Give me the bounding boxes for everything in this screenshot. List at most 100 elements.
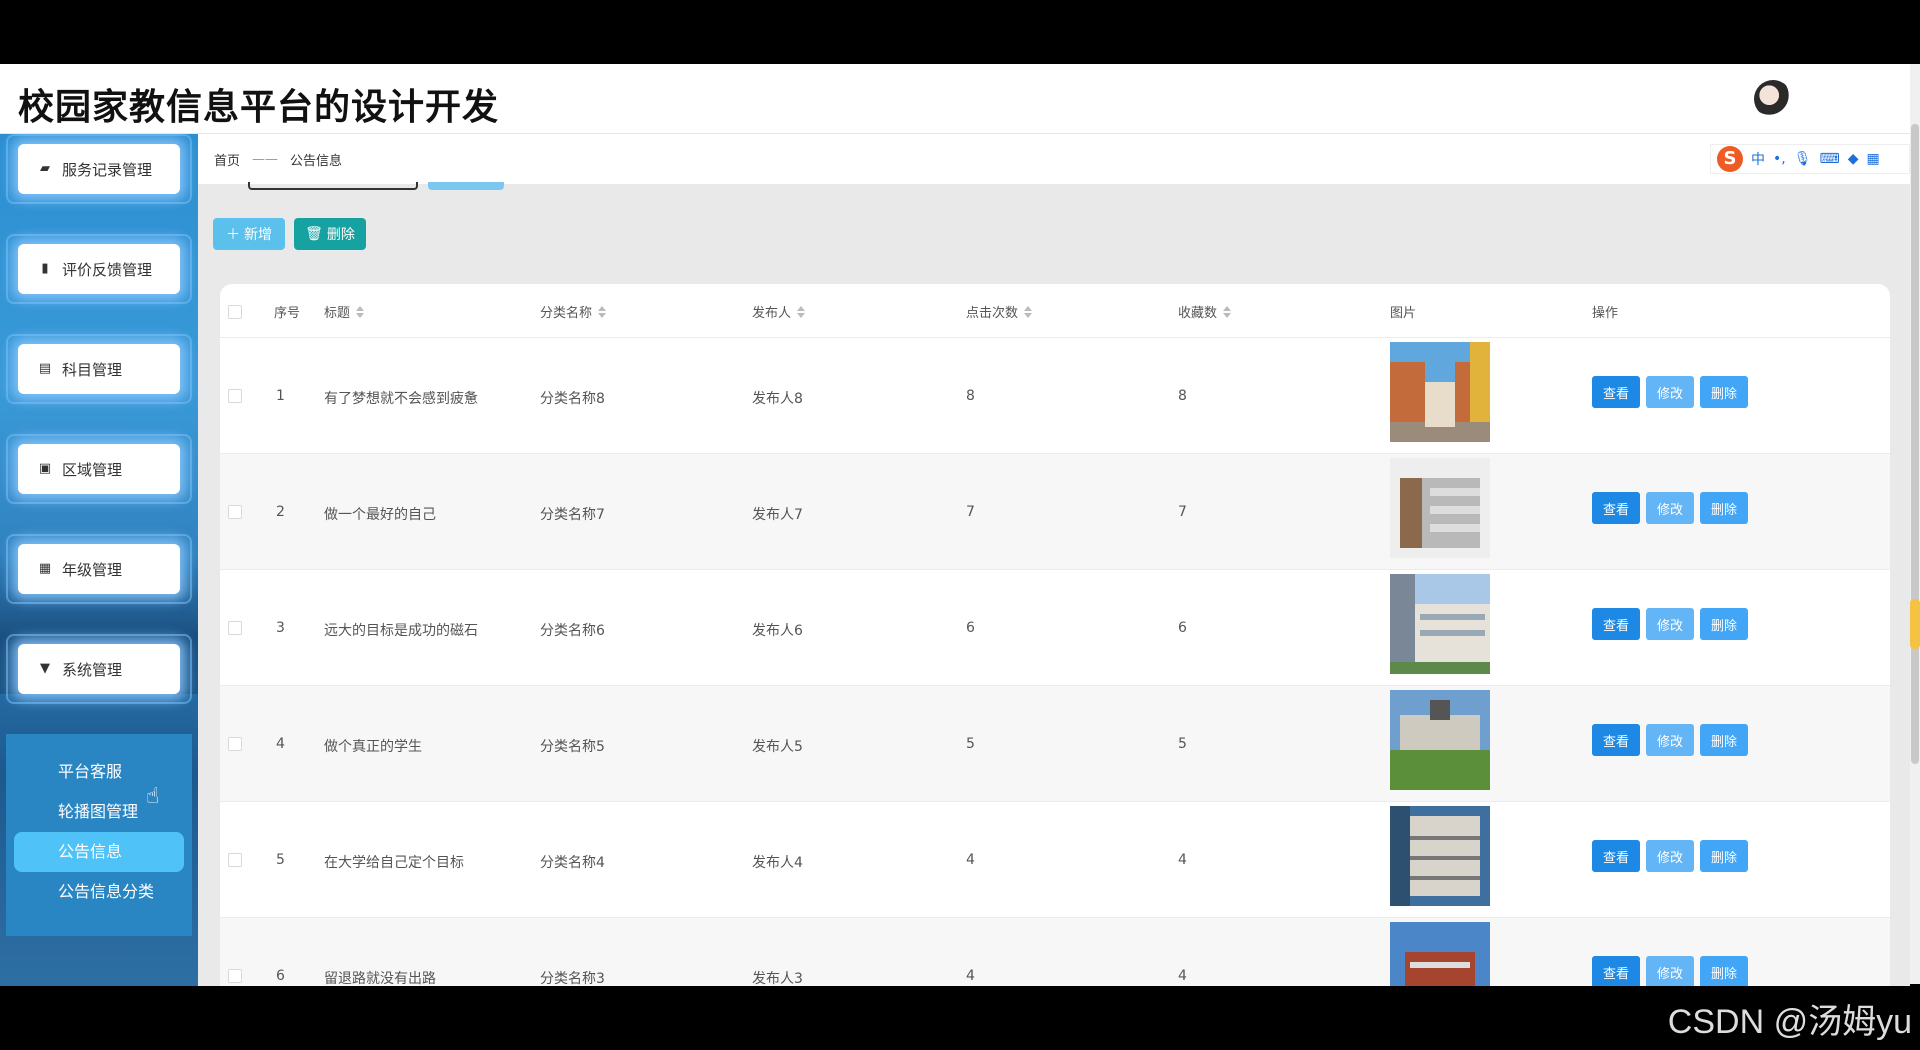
cell-clicks: 7 <box>966 504 975 520</box>
submenu-item-announcement-categories[interactable]: 公告信息分类 <box>6 872 192 912</box>
sidebar-item-label: 系统管理 <box>62 660 123 679</box>
edit-button[interactable]: 修改 <box>1646 608 1694 640</box>
delete-button[interactable]: 删除 <box>1700 956 1748 986</box>
cell-category: 分类名称4 <box>540 855 605 871</box>
select-all-checkbox[interactable] <box>228 305 242 319</box>
cell-index: 5 <box>276 852 285 868</box>
view-button[interactable]: 查看 <box>1592 724 1640 756</box>
breadcrumb-home[interactable]: 首页 <box>214 150 240 169</box>
bar-chart-icon: ▮ <box>41 261 49 276</box>
sort-icon[interactable] <box>797 305 806 318</box>
table-row: 6 留退路就没有出路 分类名称3 发布人3 4 4 查看 修改 删除 <box>220 918 1890 986</box>
cell-clicks: 5 <box>966 736 975 752</box>
row-checkbox[interactable] <box>228 505 242 519</box>
edit-button[interactable]: 修改 <box>1646 956 1694 986</box>
cell-publisher: 发布人7 <box>752 507 803 523</box>
breadcrumb: 首页 —— 公告信息 <box>198 134 1910 184</box>
cell-favorites: 4 <box>1178 968 1187 984</box>
column-header-title[interactable]: 标题 <box>324 302 365 321</box>
column-header-category[interactable]: 分类名称 <box>540 302 607 321</box>
add-button[interactable]: ＋ 新增 <box>213 218 285 250</box>
skin-icon: ◆ <box>1847 151 1859 167</box>
clipboard-check-icon: ▣ <box>38 461 52 476</box>
cell-favorites: 8 <box>1178 388 1187 404</box>
watermark-text: CSDN @汤姆yu <box>1667 1003 1912 1041</box>
cell-title: 留退路就没有出路 <box>324 971 436 986</box>
delete-button[interactable]: 删除 <box>1700 608 1748 640</box>
page-scrollbar[interactable] <box>1910 64 1920 984</box>
row-checkbox[interactable] <box>228 737 242 751</box>
sort-icon[interactable] <box>1024 305 1033 318</box>
microphone-icon: 🎙 <box>1793 151 1812 167</box>
sort-icon[interactable] <box>598 305 607 318</box>
sidebar-item-feedback[interactable]: ▮ 评价反馈管理 <box>18 244 180 294</box>
grid-icon: ▦ <box>38 561 52 576</box>
view-button[interactable]: 查看 <box>1592 492 1640 524</box>
column-header-publisher[interactable]: 发布人 <box>752 302 806 321</box>
app-header: 校园家教信息平台的设计开发 <box>0 64 1920 134</box>
cell-favorites: 6 <box>1178 620 1187 636</box>
ime-toolbar[interactable]: S 中 •, 🎙 ⌨ ◆ ▦ <box>1710 144 1910 174</box>
sort-icon[interactable] <box>356 305 365 318</box>
column-header-favorites[interactable]: 收藏数 <box>1178 302 1232 321</box>
view-button[interactable]: 查看 <box>1592 956 1640 986</box>
scrollbar-thumb[interactable] <box>1911 124 1919 764</box>
submenu-item-carousel[interactable]: 轮播图管理 <box>6 792 192 832</box>
delete-button[interactable]: 删除 <box>1700 840 1748 872</box>
delete-button[interactable]: 删除 <box>1700 492 1748 524</box>
row-image[interactable] <box>1390 574 1490 674</box>
row-checkbox[interactable] <box>228 389 242 403</box>
sidebar-item-service-records[interactable]: ▰ 服务记录管理 <box>18 144 180 194</box>
system-submenu: 平台客服 轮播图管理 公告信息 公告信息分类 <box>6 734 192 936</box>
row-checkbox[interactable] <box>228 969 242 983</box>
delete-button[interactable]: 删除 <box>1700 724 1748 756</box>
view-button[interactable]: 查看 <box>1592 840 1640 872</box>
search-input[interactable] <box>248 182 418 190</box>
breadcrumb-separator: —— <box>252 151 279 167</box>
cell-title: 在大学给自己定个目标 <box>324 855 464 871</box>
edit-button[interactable]: 修改 <box>1646 492 1694 524</box>
sidebar-item-label: 年级管理 <box>62 560 123 579</box>
add-button-label: 新增 <box>244 227 272 243</box>
table-row: 5 在大学给自己定个目标 分类名称4 发布人4 4 4 查看 修改 删除 <box>220 802 1890 918</box>
sidebar-item-system[interactable]: ▼ 系统管理 <box>18 644 180 694</box>
column-header-clicks[interactable]: 点击次数 <box>966 302 1033 321</box>
cell-index: 6 <box>276 968 285 984</box>
screen-bottom-bar <box>0 986 1920 1050</box>
sidebar-item-grades[interactable]: ▦ 年级管理 <box>18 544 180 594</box>
batch-delete-button[interactable]: 🗑 删除 <box>294 218 366 250</box>
delete-button-label: 删除 <box>326 227 355 243</box>
edit-button[interactable]: 修改 <box>1646 724 1694 756</box>
sidebar-item-subjects[interactable]: ▤ 科目管理 <box>18 344 180 394</box>
submenu-item-announcements[interactable]: 公告信息 <box>14 832 184 872</box>
cell-index: 4 <box>276 736 285 752</box>
row-image[interactable] <box>1390 922 1490 986</box>
row-image[interactable] <box>1390 690 1490 790</box>
table-row: 3 远大的目标是成功的磁石 分类名称6 发布人6 6 6 查看 修改 删除 <box>220 570 1890 686</box>
sidebar-item-regions[interactable]: ▣ 区域管理 <box>18 444 180 494</box>
sidebar-item-label: 科目管理 <box>62 360 123 379</box>
row-image[interactable] <box>1390 806 1490 906</box>
row-image[interactable] <box>1390 342 1490 442</box>
search-button[interactable] <box>428 182 504 190</box>
sidebar-item-label: 服务记录管理 <box>62 160 153 179</box>
edit-button[interactable]: 修改 <box>1646 376 1694 408</box>
row-checkbox[interactable] <box>228 621 242 635</box>
table-header: 序号 标题 分类名称 发布人 点击次数 收藏数 图片 操作 <box>220 284 1890 338</box>
cell-category: 分类名称8 <box>540 391 605 407</box>
cell-clicks: 6 <box>966 620 975 636</box>
announcements-table: 序号 标题 分类名称 发布人 点击次数 收藏数 图片 操作 1 有了梦想就不会感… <box>220 284 1890 986</box>
cell-publisher: 发布人5 <box>752 739 803 755</box>
sort-icon[interactable] <box>1223 305 1232 318</box>
row-image[interactable] <box>1390 458 1490 558</box>
column-header-index: 序号 <box>274 306 301 321</box>
view-button[interactable]: 查看 <box>1592 608 1640 640</box>
row-checkbox[interactable] <box>228 853 242 867</box>
view-button[interactable]: 查看 <box>1592 376 1640 408</box>
clipboard-icon: ▤ <box>38 361 52 376</box>
user-avatar[interactable] <box>1754 80 1792 118</box>
submenu-item-support[interactable]: 平台客服 <box>6 752 192 792</box>
cell-title: 做个真正的学生 <box>324 739 422 755</box>
edit-button[interactable]: 修改 <box>1646 840 1694 872</box>
delete-button[interactable]: 删除 <box>1700 376 1748 408</box>
